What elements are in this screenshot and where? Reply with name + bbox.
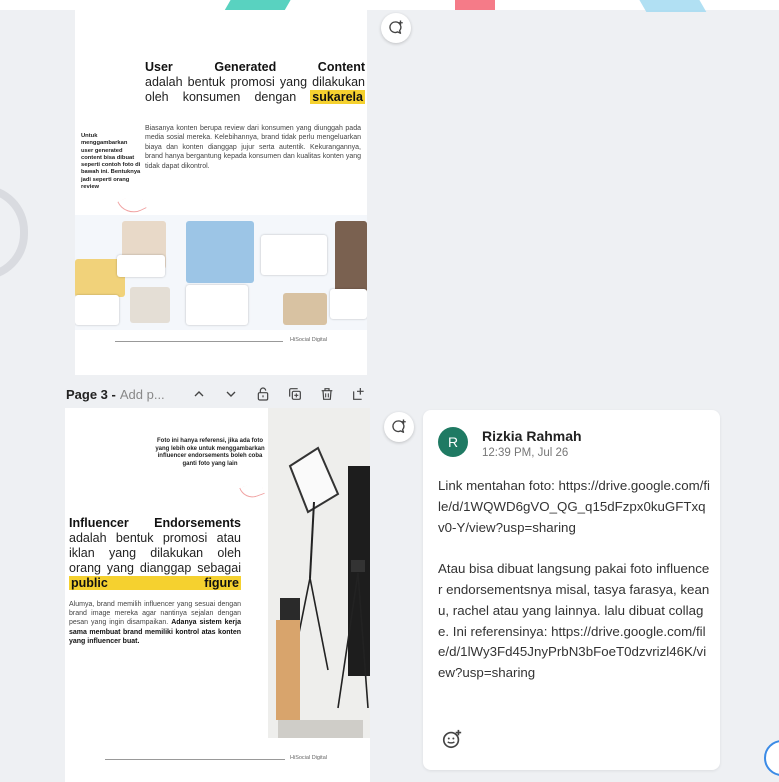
comment-body: Link mentahan foto: https://drive.google… bbox=[438, 476, 710, 705]
comment-author: Rizkia Rahmah bbox=[482, 428, 582, 444]
slide-page-2[interactable]: User Generated Content adalah bentuk pro… bbox=[75, 10, 367, 375]
footer-divider bbox=[105, 759, 285, 760]
heading-body: adalah bentuk promosi atau iklan yang di… bbox=[69, 531, 241, 575]
watermark-shape bbox=[0, 185, 28, 280]
slide-footer: HiSocial Digital bbox=[290, 337, 327, 343]
review-card bbox=[75, 295, 119, 325]
review-collage bbox=[75, 215, 367, 330]
add-page-icon bbox=[352, 388, 364, 400]
emoji-plus-icon bbox=[442, 729, 462, 749]
comment-plus-icon bbox=[392, 419, 406, 433]
comment-timestamp: 12:39 PM, Jul 26 bbox=[482, 447, 569, 459]
move-page-up-button[interactable] bbox=[188, 383, 210, 405]
heading-title: User Generated Content bbox=[145, 60, 365, 74]
page-label: Page 3 - bbox=[66, 386, 116, 402]
studio-photo bbox=[268, 408, 370, 738]
lock-page-button[interactable] bbox=[252, 383, 274, 405]
trash-icon bbox=[321, 388, 333, 400]
add-comment-button[interactable] bbox=[381, 13, 411, 43]
add-reaction-button[interactable] bbox=[441, 728, 463, 750]
page-title-input[interactable]: Add p... bbox=[120, 387, 178, 402]
add-comment-button[interactable] bbox=[384, 412, 414, 442]
review-card bbox=[261, 235, 327, 275]
footer-divider bbox=[115, 341, 283, 342]
photo-woman-dark bbox=[335, 221, 367, 293]
slide-description: Biasanya konten berupa review dari konsu… bbox=[145, 125, 361, 170]
slide-footer: HiSocial Digital bbox=[290, 755, 327, 761]
chevron-up-icon bbox=[194, 391, 204, 397]
move-page-down-button[interactable] bbox=[220, 383, 242, 405]
avatar: R bbox=[438, 427, 468, 457]
delete-page-button[interactable] bbox=[316, 383, 338, 405]
reference-note: Foto ini hanya referensi, jika ada foto … bbox=[155, 438, 265, 467]
side-note: Untuk menggambarkan user generated conte… bbox=[81, 133, 141, 191]
review-card bbox=[330, 289, 367, 319]
chevron-down-icon bbox=[226, 391, 236, 397]
heading-title: Influencer Endorsements bbox=[69, 516, 241, 530]
heading-highlight: sukarela bbox=[310, 90, 365, 104]
page-toolbar: Page 3 - Add p... bbox=[66, 383, 370, 405]
studio-lighting-illustration bbox=[268, 408, 370, 738]
review-card bbox=[117, 255, 165, 277]
slide-heading: User Generated Content adalah bentuk pro… bbox=[145, 60, 365, 105]
comment-thread[interactable]: R Rizkia Rahmah 12:39 PM, Jul 26 Link me… bbox=[423, 410, 720, 770]
duplicate-page-button[interactable] bbox=[284, 383, 306, 405]
lock-icon bbox=[257, 387, 269, 401]
arrow-decoration bbox=[239, 480, 265, 502]
review-card bbox=[186, 285, 248, 325]
top-strip bbox=[0, 0, 779, 10]
photo-building bbox=[283, 293, 327, 325]
add-page-button[interactable] bbox=[348, 383, 370, 405]
heading-highlight: public figure bbox=[69, 576, 241, 590]
slide-heading: Influencer Endorsements adalah bentuk pr… bbox=[69, 516, 241, 591]
photo-beach bbox=[186, 221, 254, 283]
comment-plus-icon bbox=[389, 20, 403, 34]
slide-description: Alumya, brand memilih influencer yang se… bbox=[69, 600, 241, 646]
comment-paragraph: Link mentahan foto: https://drive.google… bbox=[438, 478, 711, 535]
duplicate-icon bbox=[288, 388, 301, 400]
photo-shoes bbox=[130, 287, 170, 323]
slide-page-3[interactable]: Foto ini hanya referensi, jika ada foto … bbox=[65, 408, 370, 782]
comment-paragraph: Atau bisa dibuat langsung pakai foto inf… bbox=[438, 561, 710, 681]
help-button[interactable] bbox=[764, 740, 779, 776]
